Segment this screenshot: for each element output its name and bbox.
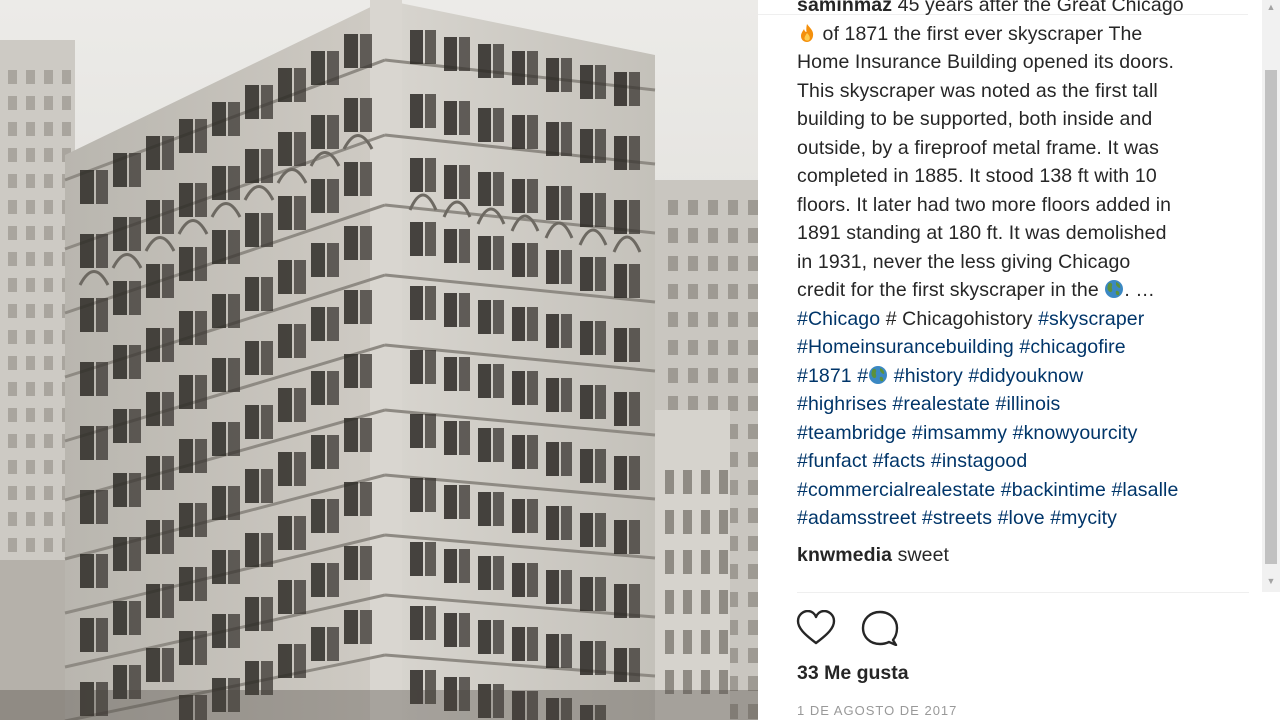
like-button[interactable] — [796, 609, 836, 646]
hashtag-link[interactable]: #didyouknow — [968, 365, 1083, 387]
fire-icon — [801, 23, 814, 42]
hashtag-link[interactable]: #funfact — [797, 450, 867, 472]
hashtag-link[interactable]: #adamsstreet — [797, 507, 916, 529]
hashtag-link[interactable]: # — [857, 365, 868, 387]
hashtag-link[interactable]: #history — [894, 365, 963, 387]
comment-username[interactable]: knwmedia — [797, 544, 892, 566]
caption-text: credit for the first skyscraper in the — [797, 279, 1105, 301]
caption-line: #Homeinsurancebuilding #chicagofire — [797, 336, 1126, 359]
comment: knwmedia sweet — [797, 544, 949, 567]
caption-line: credit for the first skyscraper in the .… — [797, 279, 1155, 302]
comments-list[interactable]: saminmaz 45 years after the Great Chicag… — [758, 0, 1248, 592]
caption-text: Home Insurance Building opened its doors… — [797, 51, 1174, 73]
caption-line: This skyscraper was noted as the first t… — [797, 80, 1158, 103]
hashtag-link[interactable]: #imsammy — [912, 422, 1007, 444]
caption-text: # Chicagohistory — [880, 307, 1039, 330]
hashtag-link[interactable]: #knowyourcity — [1013, 422, 1138, 444]
caption-line: #1871 # #history #didyouknow — [797, 365, 1083, 388]
speech-bubble-icon — [861, 610, 899, 647]
hashtag-link[interactable]: #Chicago — [797, 308, 880, 330]
skyscraper-photo — [0, 0, 758, 720]
comment-button[interactable] — [860, 610, 900, 647]
heart-icon — [796, 609, 836, 645]
caption-line: #Chicago # Chicagohistory #skyscraper — [797, 308, 1144, 331]
caption-text: completed in 1885. It stood 138 ft with … — [797, 165, 1157, 187]
hashtag-link[interactable]: #highrises — [797, 393, 887, 415]
caption-line: floors. It later had two more floors add… — [797, 194, 1171, 217]
scrollbar-thumb[interactable] — [1265, 70, 1277, 564]
globe-icon — [1105, 280, 1124, 298]
caption-line: #funfact #facts #instagood — [797, 450, 1027, 473]
caption-text: outside, by a fireproof metal frame. It … — [797, 136, 1159, 159]
hashtag-link[interactable]: #skyscraper — [1038, 308, 1144, 330]
hashtag-link[interactable]: #backintime — [1001, 479, 1106, 501]
caption-text: 1891 standing at 180 ft. It was demolish… — [797, 222, 1167, 244]
hashtag-link[interactable]: #teambridge — [797, 422, 907, 444]
caption-text: floors. It later had two more floors add… — [797, 193, 1172, 216]
comments-scrollbar[interactable]: ▲ ▼ — [1262, 0, 1280, 592]
post-photo[interactable] — [0, 0, 758, 720]
hashtag-link[interactable]: #chicagofire — [1019, 336, 1125, 358]
hashtag-link[interactable]: #streets — [922, 507, 992, 529]
hashtag-link[interactable]: #love — [998, 507, 1045, 529]
hashtag-link[interactable]: #instagood — [931, 450, 1027, 472]
caption-username[interactable]: saminmaz — [797, 0, 892, 16]
caption-text: building to be supported, both inside an… — [797, 108, 1153, 130]
caption-text: This skyscraper was noted as the first t… — [797, 79, 1158, 102]
hashtag-link[interactable]: #realestate — [892, 393, 990, 415]
divider — [797, 592, 1249, 593]
caption-line: 1891 standing at 180 ft. It was demolish… — [797, 222, 1167, 245]
globe-icon — [869, 365, 888, 384]
caption-text: 45 years after the Great Chicago — [897, 0, 1184, 16]
hashtag-link[interactable]: #lasalle — [1111, 479, 1178, 501]
caption-line: completed in 1885. It stood 138 ft with … — [797, 165, 1157, 188]
scroll-up-arrow-icon[interactable]: ▲ — [1262, 0, 1280, 14]
likes-count[interactable]: 33 Me gusta — [797, 662, 909, 685]
caption-text: . … — [1124, 279, 1155, 301]
post-date[interactable]: 1 DE AGOSTO DE 2017 — [797, 703, 957, 718]
caption-line: of 1871 the first ever skyscraper The — [797, 23, 1142, 46]
caption-text: in 1931, never the less giving Chicago — [797, 250, 1131, 273]
hashtag-link[interactable]: #mycity — [1050, 507, 1117, 529]
caption-line: #adamsstreet #streets #love #mycity — [797, 507, 1117, 530]
post-side-panel: saminmaz 45 years after the Great Chicag… — [758, 0, 1280, 720]
caption-line: saminmaz 45 years after the Great Chicag… — [797, 0, 1184, 17]
hashtag-link[interactable]: #illinois — [996, 393, 1061, 415]
hashtag-link[interactable]: #Homeinsurancebuilding — [797, 336, 1014, 358]
scroll-down-arrow-icon[interactable]: ▼ — [1262, 574, 1280, 588]
hashtag-link[interactable]: #1871 — [797, 365, 852, 387]
hashtag-link[interactable]: #commercialrealestate — [797, 479, 995, 501]
caption-line: #teambridge #imsammy #knowyourcity — [797, 422, 1138, 445]
caption-text: of 1871 the first ever skyscraper The — [817, 22, 1143, 45]
hashtag-link[interactable]: #facts — [873, 450, 926, 472]
comment-text: sweet — [892, 543, 950, 566]
caption-line: #highrises #realestate #illinois — [797, 393, 1060, 416]
caption-line: outside, by a fireproof metal frame. It … — [797, 137, 1159, 160]
caption-line: building to be supported, both inside an… — [797, 108, 1152, 131]
caption-line: in 1931, never the less giving Chicago — [797, 251, 1130, 274]
caption-line: #commercialrealestate #backintime #lasal… — [797, 479, 1178, 502]
caption-line: Home Insurance Building opened its doors… — [797, 51, 1174, 74]
